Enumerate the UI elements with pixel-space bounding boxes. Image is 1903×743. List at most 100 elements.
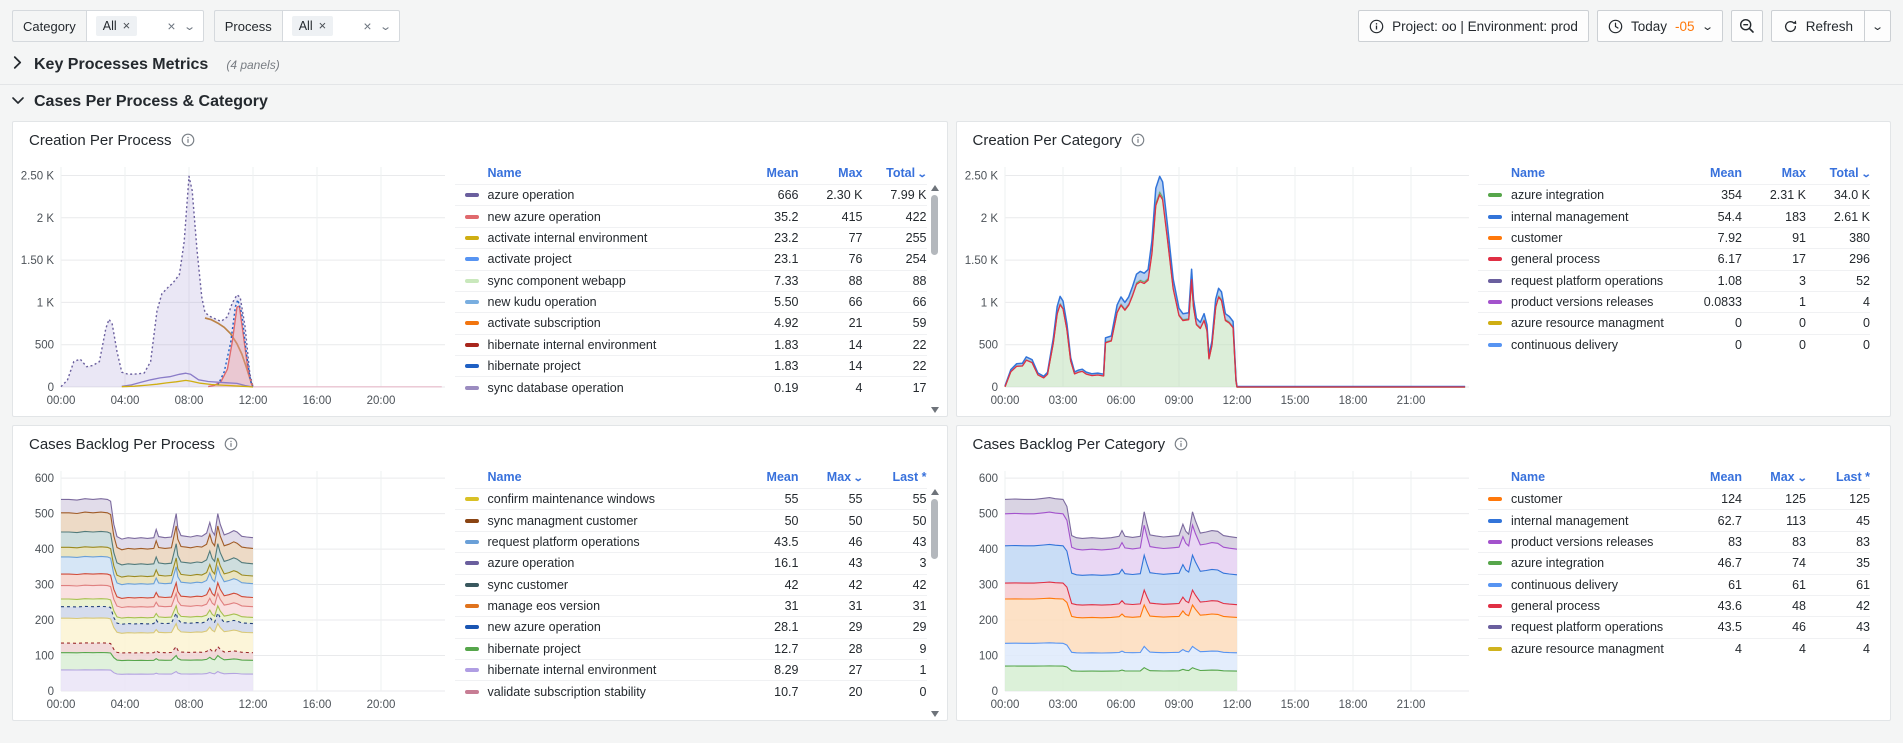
series-name[interactable]: new azure operation: [455, 620, 735, 634]
refresh-interval-dropdown[interactable]: ⌄: [1864, 11, 1890, 41]
scroll-down-icon[interactable]: [930, 711, 939, 717]
clear-selection-icon[interactable]: ×: [363, 19, 371, 33]
panel-title[interactable]: Creation Per Process: [29, 132, 172, 149]
legend-row[interactable]: general process 6.17 17 296: [1478, 248, 1870, 269]
legend-column-max[interactable]: Max: [799, 166, 862, 180]
legend-column-max[interactable]: Max ⌄: [799, 470, 864, 484]
legend-column-name[interactable]: Name: [1478, 470, 1678, 484]
series-name[interactable]: validate subscription stability: [455, 685, 735, 699]
legend-row[interactable]: customer 7.92 91 380: [1478, 226, 1870, 248]
series-name[interactable]: general process: [1478, 599, 1678, 613]
legend-column-last-[interactable]: Last *: [863, 470, 926, 484]
series-name[interactable]: internal management: [1478, 514, 1678, 528]
legend-row[interactable]: confirm maintenance windows 55 55 55: [454, 488, 927, 509]
panel-title[interactable]: Cases Backlog Per Category: [973, 436, 1166, 453]
legend-row[interactable]: sync component webapp 7.33 88 88: [454, 269, 927, 291]
series-name[interactable]: sync customer: [455, 578, 735, 592]
stacked-area-chart[interactable]: 0 100 200 300 400 500 600 00:00 03:00 06:00 09:00 1…: [965, 457, 1473, 715]
info-icon[interactable]: [224, 437, 238, 451]
legend-row[interactable]: request platform operations 43.5 46 43: [454, 530, 927, 552]
scroll-up-icon[interactable]: [930, 185, 939, 191]
stacked-area-chart[interactable]: 0 100 200 300 400 500 600 00:00 04:00 08:00 12:00 1…: [21, 457, 449, 715]
legend-row[interactable]: continuous delivery 61 61 61: [1478, 573, 1870, 595]
series-name[interactable]: sync database operation: [455, 381, 735, 395]
legend-row[interactable]: request platform operations 43.5 46 43: [1478, 616, 1870, 637]
series-name[interactable]: product versions releases: [1478, 535, 1678, 549]
series-name[interactable]: confirm maintenance windows: [455, 492, 735, 506]
legend-row[interactable]: azure integration 46.7 74 35: [1478, 552, 1870, 573]
series-name[interactable]: continuous delivery: [1478, 338, 1678, 352]
legend-column-last-[interactable]: Last *: [1806, 470, 1870, 484]
legend-row[interactable]: azure resource managment 4 4 4: [1478, 637, 1870, 659]
series-name[interactable]: azure resource managment: [1478, 642, 1678, 656]
panel-title[interactable]: Cases Backlog Per Process: [29, 436, 215, 453]
zoom-out-time-button[interactable]: [1730, 10, 1763, 42]
legend-column-max[interactable]: Max ⌄: [1742, 470, 1807, 484]
series-name[interactable]: hibernate project: [455, 642, 735, 656]
legend-row[interactable]: validate subscription stability 10.7 20 0: [454, 680, 927, 701]
legend-row[interactable]: product versions releases 0.0833 1 4: [1478, 290, 1870, 312]
filter-category-dropdown[interactable]: All × × ⌄: [85, 10, 204, 42]
series-name[interactable]: new kudu operation: [455, 295, 735, 309]
timeseries-chart[interactable]: 0 500 1 K 1.50 K 2 K 2.50 K 00:00 04:00 08:00 12:…: [21, 153, 449, 411]
series-name[interactable]: sync managment customer: [455, 514, 735, 528]
series-name[interactable]: azure integration: [1478, 556, 1678, 570]
series-name[interactable]: activate project: [455, 252, 735, 266]
series-name[interactable]: hibernate internal environment: [455, 338, 735, 352]
legend-row[interactable]: internal management 62.7 113 45: [1478, 509, 1870, 530]
scroll-down-icon[interactable]: [930, 407, 939, 413]
legend-row[interactable]: activate subscription 4.92 21 59: [454, 312, 927, 333]
legend-column-mean[interactable]: Mean: [735, 166, 799, 180]
legend-row[interactable]: hibernate project 12.7 28 9: [454, 637, 927, 659]
legend-row[interactable]: azure integration 354 2.31 K 34.0 K: [1478, 184, 1870, 205]
series-name[interactable]: activate internal environment: [455, 231, 735, 245]
legend-row[interactable]: continuous delivery 0 0 0: [1478, 333, 1870, 355]
remove-tag-icon[interactable]: ×: [123, 19, 131, 32]
series-name[interactable]: internal management: [1478, 210, 1678, 224]
legend-row[interactable]: request platform operations 1.08 3 52: [1478, 269, 1870, 291]
legend-column-total[interactable]: Total ⌄: [1806, 166, 1872, 180]
legend-column-name[interactable]: Name: [1478, 166, 1678, 180]
scrollbar-thumb[interactable]: [930, 195, 938, 255]
info-icon[interactable]: [1174, 437, 1188, 451]
series-name[interactable]: request platform operations: [1478, 274, 1678, 288]
series-name[interactable]: continuous delivery: [1478, 578, 1678, 592]
legend-column-max[interactable]: Max: [1742, 166, 1806, 180]
legend-column-total[interactable]: Total ⌄: [863, 166, 928, 180]
legend-row[interactable]: new azure operation 35.2 415 422: [454, 205, 927, 226]
series-name[interactable]: hibernate project: [455, 359, 735, 373]
row-key-processes-metrics[interactable]: Key Processes Metrics (4 panels): [0, 48, 1903, 85]
series-name[interactable]: sync component webapp: [455, 274, 735, 288]
legend-column-mean[interactable]: Mean: [1678, 470, 1742, 484]
chevron-down-icon[interactable]: ⌄: [379, 20, 392, 33]
series-name[interactable]: customer: [1478, 492, 1678, 506]
legend-row[interactable]: azure resource managment 0 0 0: [1478, 312, 1870, 333]
remove-tag-icon[interactable]: ×: [319, 19, 327, 32]
legend-row[interactable]: manage eos version 31 31 31: [454, 594, 927, 616]
chevron-down-icon[interactable]: ⌄: [183, 20, 196, 33]
legend-column-mean[interactable]: Mean: [1678, 166, 1742, 180]
legend-row[interactable]: activate internal environment 23.2 77 255: [454, 226, 927, 248]
legend-row[interactable]: internal management 54.4 183 2.61 K: [1478, 205, 1870, 226]
filter-category-selected-tag[interactable]: All ×: [95, 16, 138, 36]
series-name[interactable]: general process: [1478, 252, 1678, 266]
legend-row[interactable]: sync customer 42 42 42: [454, 573, 927, 595]
series-name[interactable]: azure operation: [455, 556, 735, 570]
legend-column-mean[interactable]: Mean: [735, 470, 799, 484]
legend-scrollbar[interactable]: [930, 489, 939, 717]
series-name[interactable]: azure operation: [455, 188, 735, 202]
series-name[interactable]: azure resource managment: [1478, 316, 1678, 330]
legend-row[interactable]: product versions releases 83 83 83: [1478, 530, 1870, 552]
series-name[interactable]: new azure operation: [455, 210, 735, 224]
legend-row[interactable]: new azure operation 28.1 29 29: [454, 616, 927, 637]
timeseries-chart[interactable]: 0 500 1 K 1.50 K 2 K 2.50 K 00:00 03:00 06:00 09:…: [965, 153, 1473, 411]
clear-selection-icon[interactable]: ×: [167, 19, 175, 33]
legend-row[interactable]: general process 43.6 48 42: [1478, 594, 1870, 616]
series-name[interactable]: hibernate internal environment: [455, 663, 735, 677]
legend-column-name[interactable]: Name: [455, 166, 735, 180]
series-name[interactable]: azure integration: [1478, 188, 1678, 202]
legend-row[interactable]: sync database operation 0.19 4 17: [454, 376, 927, 397]
series-name[interactable]: customer: [1478, 231, 1678, 245]
legend-row[interactable]: azure operation 16.1 43 3: [454, 552, 927, 573]
series-name[interactable]: product versions releases: [1478, 295, 1678, 309]
